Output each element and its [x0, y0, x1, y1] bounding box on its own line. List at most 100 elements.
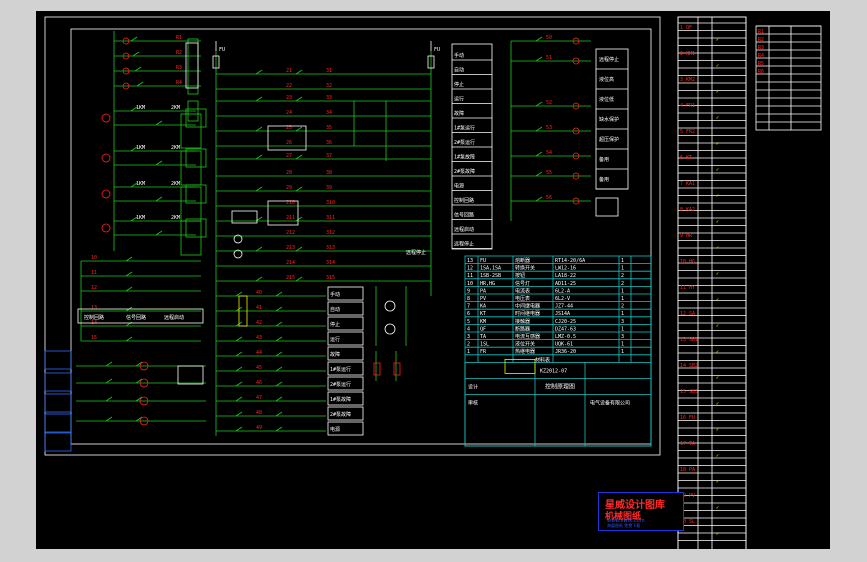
ledger-check: ✓ [716, 297, 719, 303]
revision-entry: R5 [758, 61, 764, 67]
revision-entry: R3 [758, 45, 764, 51]
ledger-entry: 16 FU [680, 415, 695, 421]
ledger-check: ✓ [716, 401, 719, 407]
contact-symbol [255, 246, 263, 252]
bom-cell-name: 热继电器 [515, 348, 535, 355]
bom-cell-code: KA [480, 304, 486, 310]
device-name-text: 2#泵故障 [330, 411, 351, 418]
title-stamp [504, 358, 536, 374]
contact-symbol [275, 426, 283, 432]
ledger-entry: 6 KT [680, 155, 692, 161]
ledger-entry: 14 SB2 [680, 363, 698, 369]
cad-drawing-canvas: R1 R2 R3 R4 1KM 2KM 1KM 2KM 1KM 2KM 1KM 2KM 10 11 12 13… [36, 11, 830, 549]
node-label: R2 [176, 50, 182, 56]
contact-symbol [125, 271, 133, 277]
left-margin-tag [44, 413, 72, 433]
bom-cell-qty: 1 [621, 258, 624, 264]
ledger-entry: 2 KM1 [680, 51, 695, 57]
node-label: 214 [286, 260, 295, 266]
group-bracket [180, 186, 202, 222]
ledger-check: ✓ [716, 141, 719, 147]
bom-cell-qty: 2 [621, 281, 624, 287]
function-label: 故障 [454, 110, 464, 117]
bom-cell-qty: 1 [621, 288, 624, 294]
bom-cell-spec: JR36-20 [555, 349, 576, 355]
contact-symbol [255, 126, 263, 132]
node-label: R3 [176, 65, 182, 71]
contact-symbol [135, 378, 143, 384]
ledger-entry: 18 PA [680, 467, 695, 473]
device-label: 1KM [136, 105, 145, 111]
left-margin-tag [44, 372, 72, 392]
ledger-check: ✓ [716, 531, 719, 537]
ledger-check: ✓ [716, 89, 719, 95]
bom-cell-qty: 1 [621, 266, 624, 272]
bom-cell-no: 6 [467, 311, 470, 317]
device-label: FU [434, 47, 440, 53]
device-name-text: 2#泵运行 [330, 381, 351, 388]
ledger-entry: 1 QF [680, 25, 692, 31]
contact-symbol [535, 196, 543, 202]
voltmeter-symbol [384, 323, 396, 335]
node-label: 12 [91, 285, 97, 291]
ledger-check: ✓ [716, 37, 719, 43]
contact-symbol [235, 336, 243, 342]
device-name-text: 停止 [330, 321, 340, 328]
bom-cell-name: 转换开关 [515, 265, 535, 272]
contact-symbol [155, 230, 163, 236]
shunt [373, 362, 381, 376]
bom-cell-spec: JZ7-44 [555, 304, 573, 310]
ledger-check: ✓ [716, 167, 719, 173]
contact-symbol [295, 246, 303, 252]
contact-symbol [125, 256, 133, 262]
node-label: 213 [286, 245, 295, 251]
watermark-tagline: 海量图纸 免费下载 [607, 523, 641, 528]
node-label: 22 [286, 83, 292, 89]
remote-label: 液位高 [599, 76, 614, 83]
contact-symbol [135, 396, 143, 402]
node-label: 15 [91, 335, 97, 341]
bom-cell-spec: CJ20-25 [555, 319, 576, 325]
node-label: 41 [256, 305, 262, 311]
device-label: 2KM [171, 145, 180, 151]
contact-symbol [136, 81, 144, 87]
function-label: 远程停止 [454, 241, 474, 248]
contact-symbol [134, 66, 142, 72]
function-label: 2#泵故障 [454, 168, 475, 175]
ledger-check: ✓ [716, 505, 719, 511]
bom-cell-name: 断路器 [515, 325, 530, 332]
bom-cell-code: PA [480, 288, 486, 294]
remote-label: 超压保护 [599, 136, 619, 143]
ledger-entry: 7 KA1 [680, 181, 695, 187]
revision-entry: R4 [758, 53, 764, 59]
bom-cell-name: 时间继电器 [515, 310, 540, 317]
node-label: 38 [326, 170, 332, 176]
node-label: 51 [546, 55, 552, 61]
bom-cell-code: QF [480, 326, 486, 332]
relay-coil-box [185, 108, 207, 128]
bom-cell-code: PV [480, 296, 486, 302]
ammeter-symbol [384, 300, 396, 312]
shunt [393, 362, 401, 376]
bom-cell-spec: DZ47-63 [555, 326, 576, 332]
ledger-check: ✓ [716, 427, 719, 433]
node-label: 50 [546, 35, 552, 41]
bom-cell-no: 8 [467, 296, 470, 302]
ledger-check: ✓ [716, 479, 719, 485]
relay-coil-box [185, 148, 207, 168]
device-name-text: 1#泵运行 [330, 366, 351, 373]
designer-label: 设计 [468, 383, 478, 390]
motor-symbol [101, 153, 111, 163]
left-margin-tag [44, 432, 72, 452]
device-label: FU [219, 47, 225, 53]
contact-symbol [535, 36, 543, 42]
contact-symbol [535, 56, 543, 62]
bom-cell-no: 10 [467, 281, 473, 287]
device-label: 1KM [136, 145, 145, 151]
contact-symbol [235, 426, 243, 432]
node-label: 29 [286, 185, 292, 191]
group-bracket [180, 150, 202, 186]
function-label: 远程启动 [454, 226, 474, 233]
contact-symbol [535, 151, 543, 157]
node-label: 40 [256, 290, 262, 296]
